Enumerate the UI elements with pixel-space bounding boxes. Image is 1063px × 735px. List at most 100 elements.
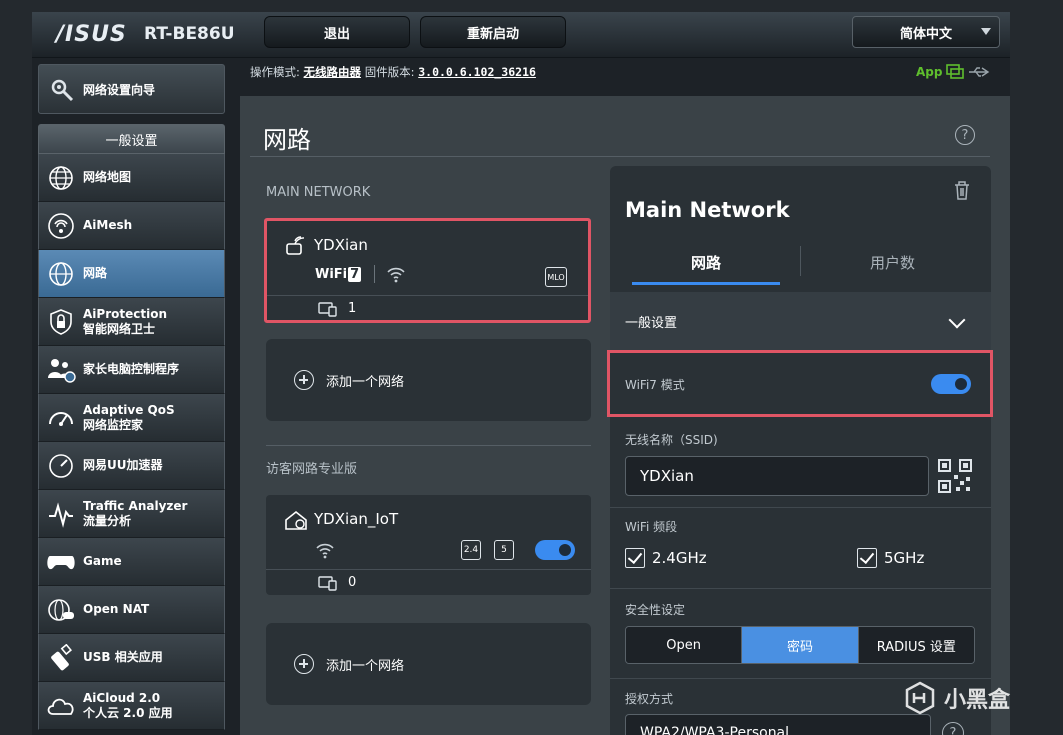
asus-logo: /ISUS (56, 22, 127, 47)
sidebar-item-sublabel: 智能网络卫士 (83, 321, 156, 336)
speedometer-icon (45, 450, 77, 482)
wizard-label: 网络设置向导 (83, 82, 156, 97)
sidebar-general-header: 一般设置 (38, 124, 225, 154)
auth-method-value: WPA2/WPA3-Personal (640, 725, 790, 735)
ssid-value: YDXian (640, 467, 694, 485)
add-network-label: 添加一个网络 (326, 658, 405, 674)
globe-icon (45, 162, 77, 194)
auth-method-select[interactable]: WPA2/WPA3-Personal (625, 714, 931, 735)
sidebar-item-game[interactable]: Game (38, 538, 225, 586)
band-24-label: 2.4GHz (652, 549, 707, 567)
band-24-checkbox[interactable] (625, 548, 645, 568)
tab-separator (800, 246, 801, 276)
gamepad-icon (45, 546, 77, 578)
sidebar-item-network-map[interactable]: 网络地图 (38, 154, 225, 202)
sidebar-item-sublabel: 个人云 2.0 应用 (83, 705, 173, 720)
ssid-input[interactable]: YDXian (625, 456, 929, 496)
app-label[interactable]: App (916, 65, 942, 79)
row-divider (610, 678, 991, 679)
security-open-option[interactable]: Open (626, 627, 743, 663)
sidebar-item-label: AiMesh (83, 218, 133, 232)
guest-network-label: 访客网路专业版 (266, 462, 358, 477)
band-5-badge: 5 (494, 540, 514, 560)
general-settings-accordion[interactable]: 一般设置 (610, 292, 991, 350)
watermark-text: 小黑盒 (944, 688, 1011, 713)
wifi-signal-icon (316, 543, 334, 559)
iot-network-toggle[interactable] (535, 540, 575, 560)
firmware-link[interactable]: 3.0.0.6.102_36216 (418, 65, 536, 79)
trash-icon[interactable] (953, 180, 971, 200)
qr-code-icon[interactable] (938, 459, 972, 493)
wizard-gear-icon (51, 79, 74, 102)
logout-button[interactable]: 退出 (264, 16, 410, 48)
wifi7-highlight (607, 350, 993, 417)
language-value: 简体中文 (899, 26, 952, 42)
model-name: RT-BE86U (144, 24, 235, 44)
sidebar-item-label: USB 相关应用 (83, 650, 163, 664)
sidebar-item-label: Adaptive QoS (83, 402, 175, 417)
iot-network-card[interactable]: YDXian_IoT 2.4 5 0 (266, 495, 591, 595)
status-icons: App (916, 64, 990, 80)
monitor-icon[interactable] (946, 64, 965, 80)
shield-lock-icon (45, 306, 77, 338)
sidebar-item-usb[interactable]: USB 相关应用 (38, 634, 225, 682)
tab-network[interactable]: 网路 (632, 252, 780, 273)
security-radius-option[interactable]: RADIUS 设置 (858, 627, 974, 663)
sidebar-item-label: Game (83, 554, 122, 568)
add-network-button[interactable]: 添加一个网络 (266, 623, 591, 705)
ssid-label: 无线名称（SSID) (625, 433, 718, 447)
globe-gamepad-icon (45, 594, 77, 626)
tab-users[interactable]: 用户数 (810, 252, 975, 273)
add-circle-icon (294, 654, 314, 674)
sidebar-item-label: Traffic Analyzer (83, 498, 188, 513)
page-title: 网路 (263, 126, 311, 154)
devices-icon (318, 575, 337, 591)
mode-link[interactable]: 无线路由器 (304, 65, 362, 79)
aimesh-icon (45, 210, 77, 242)
sidebar-item-aicloud[interactable]: AiCloud 2.0 个人云 2.0 应用 (38, 682, 225, 730)
sidebar-item-open-nat[interactable]: Open NAT (38, 586, 225, 634)
iot-network-ssid: YDXian_IoT (314, 510, 399, 528)
iot-house-icon (285, 510, 307, 530)
add-network-label: 添加一个网络 (326, 374, 405, 390)
sidebar-item-label: Open NAT (83, 602, 150, 616)
gauge-icon (45, 402, 77, 434)
auth-method-label: 授权方式 (625, 692, 674, 706)
band-5-checkbox[interactable] (857, 548, 877, 568)
add-network-button[interactable]: 添加一个网络 (266, 339, 591, 421)
add-circle-icon (294, 370, 314, 390)
sidebar-item-network[interactable]: 网路 (38, 250, 225, 298)
sidebar-item-aimesh[interactable]: AiMesh (38, 202, 225, 250)
globe-icon (45, 258, 77, 290)
chevron-down-icon (981, 28, 991, 35)
security-segmented-control: Open 密码 RADIUS 设置 (625, 626, 975, 664)
selected-highlight (264, 218, 591, 323)
watermark: 小黑盒 (902, 680, 1010, 716)
reboot-button[interactable]: 重新启动 (420, 16, 566, 48)
language-select[interactable]: 简体中文 (852, 16, 1000, 48)
sidebar-item-traffic-analyzer[interactable]: Traffic Analyzer 流量分析 (38, 490, 225, 538)
sidebar-item-label: AiProtection (83, 306, 167, 321)
band-5-label: 5GHz (884, 549, 925, 567)
firmware-label: 固件版本: (364, 65, 415, 79)
row-divider (610, 588, 991, 589)
quick-setup-wizard[interactable]: 网络设置向导 (38, 64, 225, 114)
sidebar-item-uu-accelerator[interactable]: 网易UU加速器 (38, 442, 225, 490)
sidebar-item-parental-control[interactable]: 家长电脑控制程序 (38, 346, 225, 394)
mode-label: 操作模式: (250, 65, 300, 79)
sidebar-item-adaptive-qos[interactable]: Adaptive QoS 网络监控家 (38, 394, 225, 442)
pulse-icon (45, 498, 77, 530)
sidebar-menu: 网络地图 AiMesh 网路 AiProtection 智能网络卫士 家长电脑控制… (38, 154, 225, 730)
security-label: 安全性设定 (625, 603, 686, 617)
sidebar-item-sublabel: 网络监控家 (83, 417, 144, 432)
active-tab-indicator (632, 282, 780, 285)
sidebar-item-label: 家长电脑控制程序 (83, 362, 180, 376)
row-divider (610, 507, 991, 508)
usb-icon[interactable] (968, 66, 990, 78)
security-password-option[interactable]: 密码 (742, 627, 859, 663)
title-divider (250, 156, 990, 157)
family-icon (45, 354, 77, 386)
sidebar-item-aiprotection[interactable]: AiProtection 智能网络卫士 (38, 298, 225, 346)
help-icon[interactable]: ? (955, 125, 975, 145)
main-network-label: MAIN NETWORK (266, 185, 371, 200)
